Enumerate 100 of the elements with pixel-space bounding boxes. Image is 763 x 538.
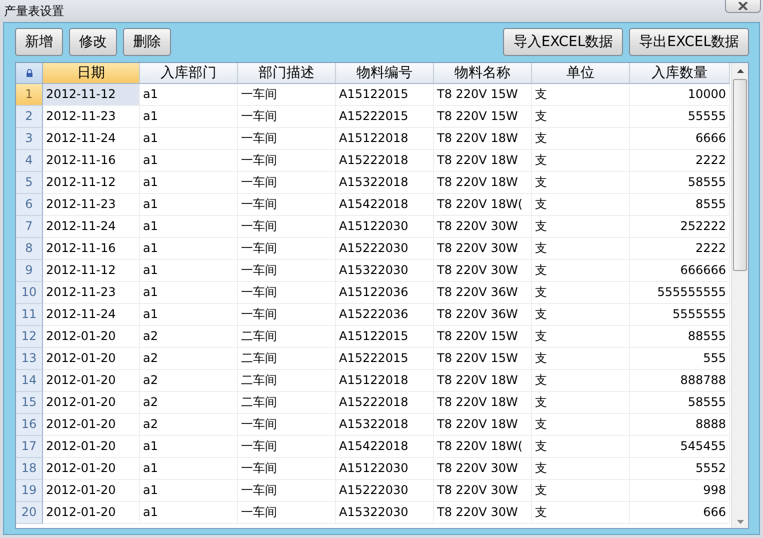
row-header[interactable]: 2: [16, 106, 43, 128]
row-header[interactable]: 10: [16, 282, 43, 304]
row-header[interactable]: 3: [16, 128, 43, 150]
table-cell: T8 220V 36W: [434, 304, 532, 326]
table-cell: 一车间: [238, 238, 336, 260]
column-header[interactable]: 单位: [532, 63, 630, 84]
table-cell: T8 220V 15W: [434, 348, 532, 370]
row-header[interactable]: 14: [16, 370, 43, 392]
table-cell: T8 220V 18W: [434, 150, 532, 172]
row-header[interactable]: 17: [16, 436, 43, 458]
table-cell: 一车间: [238, 128, 336, 150]
table-cell: 二车间: [238, 392, 336, 414]
row-header[interactable]: 7: [16, 216, 43, 238]
row-header[interactable]: 5: [16, 172, 43, 194]
table-cell: a1: [140, 436, 238, 458]
column-header[interactable]: 入库数量: [630, 63, 730, 84]
row-header[interactable]: 4: [16, 150, 43, 172]
row-header[interactable]: 6: [16, 194, 43, 216]
vertical-scrollbar[interactable]: [731, 63, 748, 528]
table-cell: a1: [140, 150, 238, 172]
table-cell: a1: [140, 128, 238, 150]
table-cell: T8 220V 30W: [434, 216, 532, 238]
table-cell: A15122036: [336, 282, 434, 304]
row-header[interactable]: 18: [16, 458, 43, 480]
table-cell: A15122015: [336, 84, 434, 106]
table-cell: 2012-01-20: [43, 414, 140, 436]
table-cell: 5555555: [630, 304, 730, 326]
table-cell: 58555: [630, 392, 730, 414]
table-cell: T8 220V 15W: [434, 326, 532, 348]
table-cell: 一车间: [238, 282, 336, 304]
scroll-down-icon: [736, 520, 744, 524]
table-cell: a1: [140, 502, 238, 524]
table-cell: 支: [532, 194, 630, 216]
toolbar-button[interactable]: 修改: [69, 28, 117, 56]
row-header[interactable]: 16: [16, 414, 43, 436]
table-cell: A15422018: [336, 436, 434, 458]
table-cell: 2012-11-24: [43, 128, 140, 150]
toolbar-button[interactable]: 新增: [15, 28, 63, 56]
table-cell: T8 220V 15W: [434, 84, 532, 106]
row-header[interactable]: 8: [16, 238, 43, 260]
row-header[interactable]: 20: [16, 502, 43, 524]
table-cell: T8 220V 18W: [434, 414, 532, 436]
table-cell: T8 220V 15W: [434, 106, 532, 128]
table-cell: 2012-01-20: [43, 370, 140, 392]
toolbar-button[interactable]: 导出EXCEL数据: [629, 28, 749, 56]
table-cell: A15322030: [336, 502, 434, 524]
table-cell: 支: [532, 260, 630, 282]
row-header[interactable]: 9: [16, 260, 43, 282]
table-cell: 一车间: [238, 216, 336, 238]
row-header[interactable]: 11: [16, 304, 43, 326]
table-cell: a2: [140, 348, 238, 370]
row-header[interactable]: 13: [16, 348, 43, 370]
table-cell: 58555: [630, 172, 730, 194]
table-cell: 2222: [630, 238, 730, 260]
scroll-up-icon: [736, 69, 744, 73]
table-cell: a2: [140, 392, 238, 414]
table-cell: a2: [140, 370, 238, 392]
table-cell: 一车间: [238, 458, 336, 480]
column-header[interactable]: 物料名称: [434, 63, 532, 84]
table-cell: 2012-11-23: [43, 282, 140, 304]
table-cell: a1: [140, 216, 238, 238]
table-cell: 666: [630, 502, 730, 524]
table-cell: 2012-01-20: [43, 436, 140, 458]
corner-header[interactable]: [16, 63, 43, 84]
close-button[interactable]: [725, 0, 761, 13]
table-cell: a1: [140, 172, 238, 194]
table-cell: 一车间: [238, 502, 336, 524]
table-cell: 55555: [630, 106, 730, 128]
row-header[interactable]: 19: [16, 480, 43, 502]
table-cell: A15122018: [336, 128, 434, 150]
column-header[interactable]: 部门描述: [238, 63, 336, 84]
table-cell: 888788: [630, 370, 730, 392]
row-header[interactable]: 1: [16, 84, 43, 106]
table-cell: 支: [532, 392, 630, 414]
table-cell: 一车间: [238, 436, 336, 458]
table-cell: a1: [140, 458, 238, 480]
column-header[interactable]: 日期: [43, 63, 140, 84]
row-header[interactable]: 15: [16, 392, 43, 414]
table-cell: a1: [140, 84, 238, 106]
lock-icon: [26, 69, 32, 77]
table-cell: a2: [140, 326, 238, 348]
table-cell: a1: [140, 282, 238, 304]
table-cell: 一车间: [238, 150, 336, 172]
table-cell: 6666: [630, 128, 730, 150]
column-header[interactable]: 物料编号: [336, 63, 434, 84]
table-cell: A15222015: [336, 348, 434, 370]
toolbar-button[interactable]: 删除: [123, 28, 171, 56]
column-header[interactable]: 入库部门: [140, 63, 238, 84]
table-cell: A15322018: [336, 172, 434, 194]
table-cell: A15322018: [336, 414, 434, 436]
table-cell: A15322030: [336, 260, 434, 282]
table-cell: A15222030: [336, 238, 434, 260]
table-cell: 2012-11-23: [43, 106, 140, 128]
table-cell: 2012-11-12: [43, 260, 140, 282]
table-cell: T8 220V 30W: [434, 260, 532, 282]
table-cell: 支: [532, 150, 630, 172]
scroll-thumb[interactable]: [733, 79, 747, 271]
table-cell: 支: [532, 502, 630, 524]
toolbar-button[interactable]: 导入EXCEL数据: [503, 28, 624, 56]
row-header[interactable]: 12: [16, 326, 43, 348]
